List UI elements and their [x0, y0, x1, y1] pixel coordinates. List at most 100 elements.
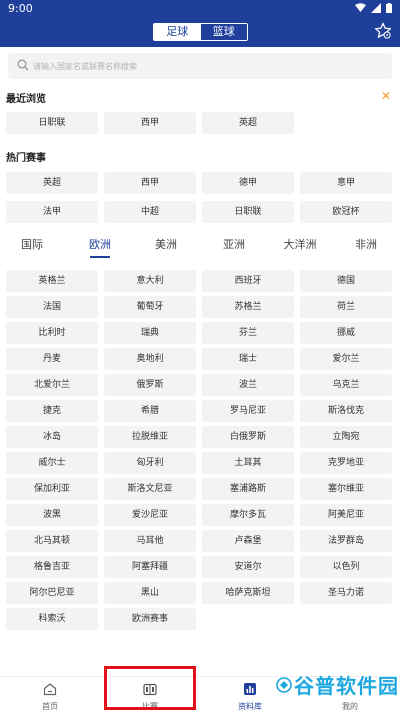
country-item[interactable]: 北爱尔兰	[6, 374, 98, 396]
active-tab-underline	[90, 256, 110, 258]
country-item[interactable]: 欧洲赛事	[104, 608, 196, 630]
country-item[interactable]: 葡萄牙	[104, 296, 196, 318]
hot-item[interactable]: 法甲	[6, 201, 98, 223]
country-item[interactable]: 格鲁吉亚	[6, 556, 98, 578]
region-tabs: 国际 欧洲 美洲 亚洲 大洋洲 非洲	[0, 236, 400, 258]
highlight-box	[104, 666, 196, 710]
nav-home-label: 首页	[42, 702, 58, 710]
country-list: 英格兰 意大利 西班牙 德国法国 葡萄牙 苏格兰 荷兰比利时 瑞典 芬兰 挪威丹麦 奥地利 瑞士 爱尔兰…	[6, 270, 394, 630]
hot-list: 英超 西甲 德甲 意甲法甲 中超 日职联 欧冠杯	[6, 172, 394, 223]
hot-item[interactable]: 欧冠杯	[300, 201, 392, 223]
region-tab[interactable]: 国际	[21, 236, 43, 252]
signal-icon	[371, 3, 381, 13]
tab-basketball[interactable]: 篮球	[201, 24, 248, 40]
country-item[interactable]: 意大利	[104, 270, 196, 292]
country-item[interactable]: 奥地利	[104, 348, 196, 370]
country-item[interactable]: 瑞典	[104, 322, 196, 344]
country-item[interactable]: 摩尔多瓦	[202, 504, 294, 526]
country-item[interactable]: 哈萨克斯坦	[202, 582, 294, 604]
country-item[interactable]: 斯洛伐克	[300, 400, 392, 422]
search-icon	[17, 59, 29, 71]
country-item[interactable]: 塞浦路斯	[202, 478, 294, 500]
country-item[interactable]: 波兰	[202, 374, 294, 396]
hot-section-title: 热门赛事	[6, 153, 46, 164]
country-item[interactable]: 以色列	[300, 556, 392, 578]
country-item[interactable]: 荷兰	[300, 296, 392, 318]
country-item[interactable]: 西班牙	[202, 270, 294, 292]
region-tab[interactable]: 欧洲	[89, 236, 111, 252]
country-item[interactable]: 阿美尼亚	[300, 504, 392, 526]
country-item[interactable]: 科索沃	[6, 608, 98, 630]
country-item[interactable]: 俄罗斯	[104, 374, 196, 396]
hot-item[interactable]: 中超	[104, 201, 196, 223]
country-item[interactable]: 安道尔	[202, 556, 294, 578]
country-item[interactable]: 斯洛文尼亚	[104, 478, 196, 500]
country-item[interactable]: 阿塞拜疆	[104, 556, 196, 578]
recent-section-title: 最近浏览	[6, 94, 46, 105]
hot-item[interactable]: 日职联	[202, 201, 294, 223]
country-item[interactable]: 冰岛	[6, 426, 98, 448]
hot-item[interactable]: 西甲	[104, 172, 196, 194]
nav-home[interactable]: 首页	[20, 681, 80, 710]
country-item[interactable]: 苏格兰	[202, 296, 294, 318]
country-item[interactable]: 黑山	[104, 582, 196, 604]
country-item[interactable]: 立陶宛	[300, 426, 392, 448]
country-item[interactable]: 捷克	[6, 400, 98, 422]
country-item[interactable]: 乌克兰	[300, 374, 392, 396]
country-item[interactable]: 阿尔巴尼亚	[6, 582, 98, 604]
status-time: 9:00	[8, 2, 33, 15]
country-item[interactable]: 英格兰	[6, 270, 98, 292]
country-item[interactable]: 希腊	[104, 400, 196, 422]
hot-item[interactable]: 意甲	[300, 172, 392, 194]
nav-database-label: 资料库	[238, 702, 262, 710]
country-item[interactable]: 土耳其	[202, 452, 294, 474]
country-item[interactable]: 匈牙利	[104, 452, 196, 474]
hot-item[interactable]: 德甲	[202, 172, 294, 194]
country-item[interactable]: 威尔士	[6, 452, 98, 474]
country-item[interactable]: 马耳他	[104, 530, 196, 552]
country-item[interactable]: 芬兰	[202, 322, 294, 344]
country-item[interactable]: 圣马力诺	[300, 582, 392, 604]
hot-item[interactable]: 英超	[6, 172, 98, 194]
app-header: 足球 篮球	[0, 17, 400, 47]
search-input[interactable]	[33, 57, 383, 75]
star-settings-icon[interactable]	[374, 22, 392, 40]
country-item[interactable]: 保加利亚	[6, 478, 98, 500]
country-item[interactable]: 法国	[6, 296, 98, 318]
country-item[interactable]: 塞尔维亚	[300, 478, 392, 500]
country-item[interactable]: 罗马尼亚	[202, 400, 294, 422]
country-item[interactable]: 爱沙尼亚	[104, 504, 196, 526]
country-item[interactable]: 法罗群岛	[300, 530, 392, 552]
country-item[interactable]: 波黑	[6, 504, 98, 526]
watermark: 谷普软件园	[276, 670, 399, 699]
country-item[interactable]: 爱尔兰	[300, 348, 392, 370]
country-item[interactable]: 丹麦	[6, 348, 98, 370]
region-tab[interactable]: 大洋洲	[284, 236, 317, 252]
watermark-logo-icon	[276, 676, 292, 693]
watermark-text: 谷普软件园	[294, 674, 399, 698]
country-item[interactable]: 德国	[300, 270, 392, 292]
nav-mine-label: 我的	[342, 702, 358, 710]
clear-recent-icon[interactable]: ✕	[381, 89, 391, 103]
sport-switch: 足球 篮球	[153, 23, 248, 41]
recent-item[interactable]: 英超	[202, 112, 294, 134]
status-bar: 9:00	[0, 0, 400, 17]
country-item[interactable]: 拉脱维亚	[104, 426, 196, 448]
country-item[interactable]: 瑞士	[202, 348, 294, 370]
country-item[interactable]: 比利时	[6, 322, 98, 344]
region-tab[interactable]: 非洲	[355, 236, 377, 252]
recent-item[interactable]: 西甲	[104, 112, 196, 134]
country-item[interactable]: 挪威	[300, 322, 392, 344]
region-tab[interactable]: 美洲	[155, 236, 177, 252]
country-item[interactable]: 克罗地亚	[300, 452, 392, 474]
recent-item[interactable]: 日职联	[6, 112, 98, 134]
country-item[interactable]: 卢森堡	[202, 530, 294, 552]
battery-icon	[386, 3, 392, 13]
region-tab[interactable]: 亚洲	[223, 236, 245, 252]
country-item[interactable]: 白俄罗斯	[202, 426, 294, 448]
tab-football[interactable]: 足球	[154, 24, 201, 40]
wifi-icon	[355, 3, 366, 12]
home-icon	[43, 683, 57, 696]
nav-database[interactable]: 资料库	[220, 681, 280, 710]
country-item[interactable]: 北马其顿	[6, 530, 98, 552]
